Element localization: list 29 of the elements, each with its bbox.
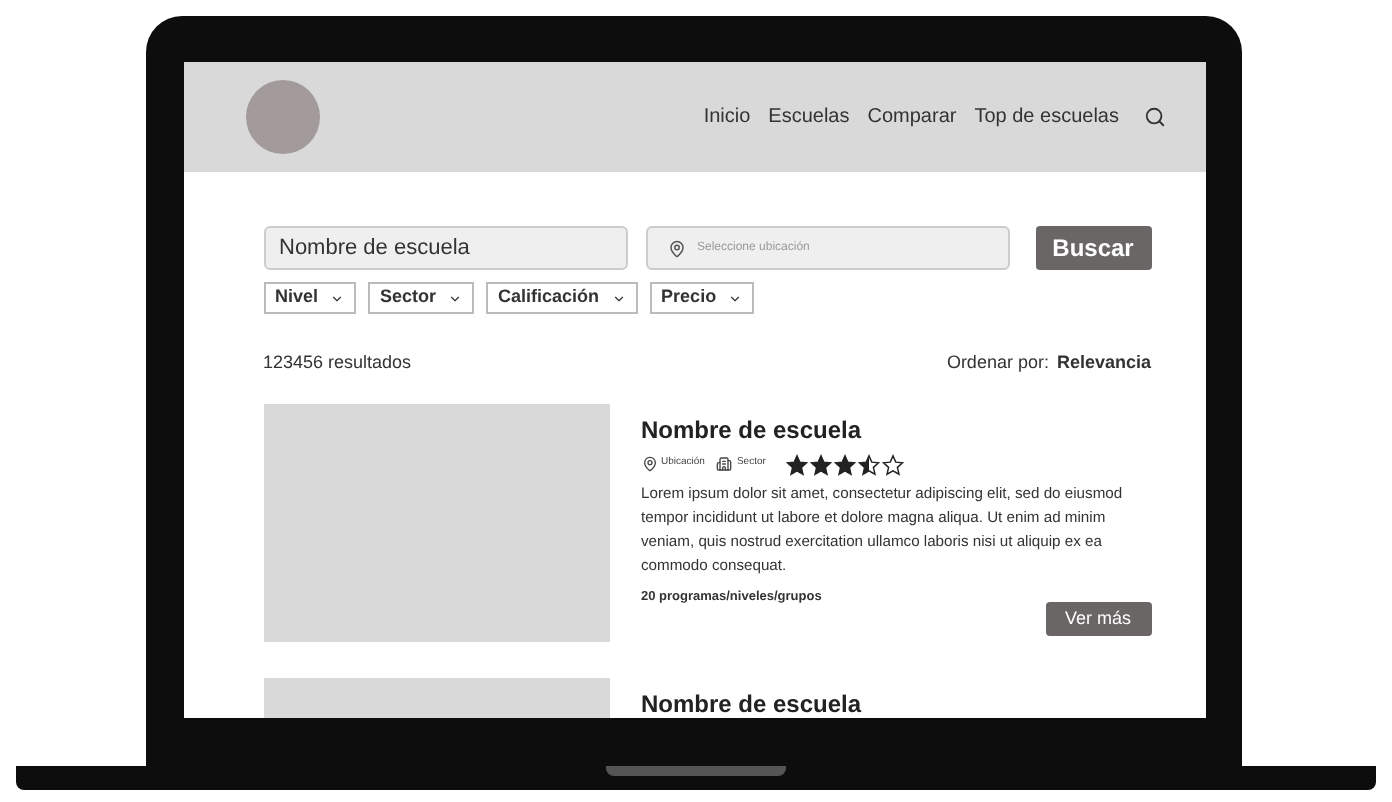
nav-link[interactable]: Top de escuelas [974, 102, 1119, 132]
caret-icon [448, 291, 463, 305]
search-button[interactable]: Buscar [1035, 226, 1151, 270]
half-star-icon [857, 453, 880, 475]
nav-link[interactable]: Inicio [703, 102, 751, 132]
caret-icon [330, 291, 345, 305]
caret-icon [728, 291, 743, 305]
school-name[interactable]: Nombre de escuela [641, 411, 1151, 447]
filter-dropdown[interactable]: Precio [649, 282, 755, 314]
nav-link[interactable]: Escuelas [768, 102, 850, 132]
see-more-button[interactable]: Ver más [1045, 602, 1151, 637]
school-name[interactable]: Nombre de escuela [641, 685, 1151, 718]
caret-icon [611, 291, 626, 305]
logo [245, 80, 319, 154]
nav-link[interactable]: Comparar [867, 102, 957, 132]
sort-label: Ordenar por: [946, 350, 1049, 376]
star-icon [833, 453, 856, 475]
filter-dropdown[interactable]: Sector [368, 282, 475, 314]
star-icon [809, 453, 832, 475]
search-icon[interactable] [1143, 106, 1165, 128]
filter-dropdown[interactable]: Nivel [263, 282, 357, 314]
star-icon [785, 453, 808, 475]
building-icon [716, 456, 733, 472]
location-pin-icon [641, 456, 657, 472]
results-count: 123456 resultados [263, 350, 412, 376]
sort-value[interactable]: Relevancia [1056, 350, 1151, 377]
school-name-field[interactable]: Nombre de escuela [263, 226, 627, 270]
location-pin-icon [667, 239, 685, 257]
filter-dropdown[interactable]: Calificación [486, 282, 638, 314]
